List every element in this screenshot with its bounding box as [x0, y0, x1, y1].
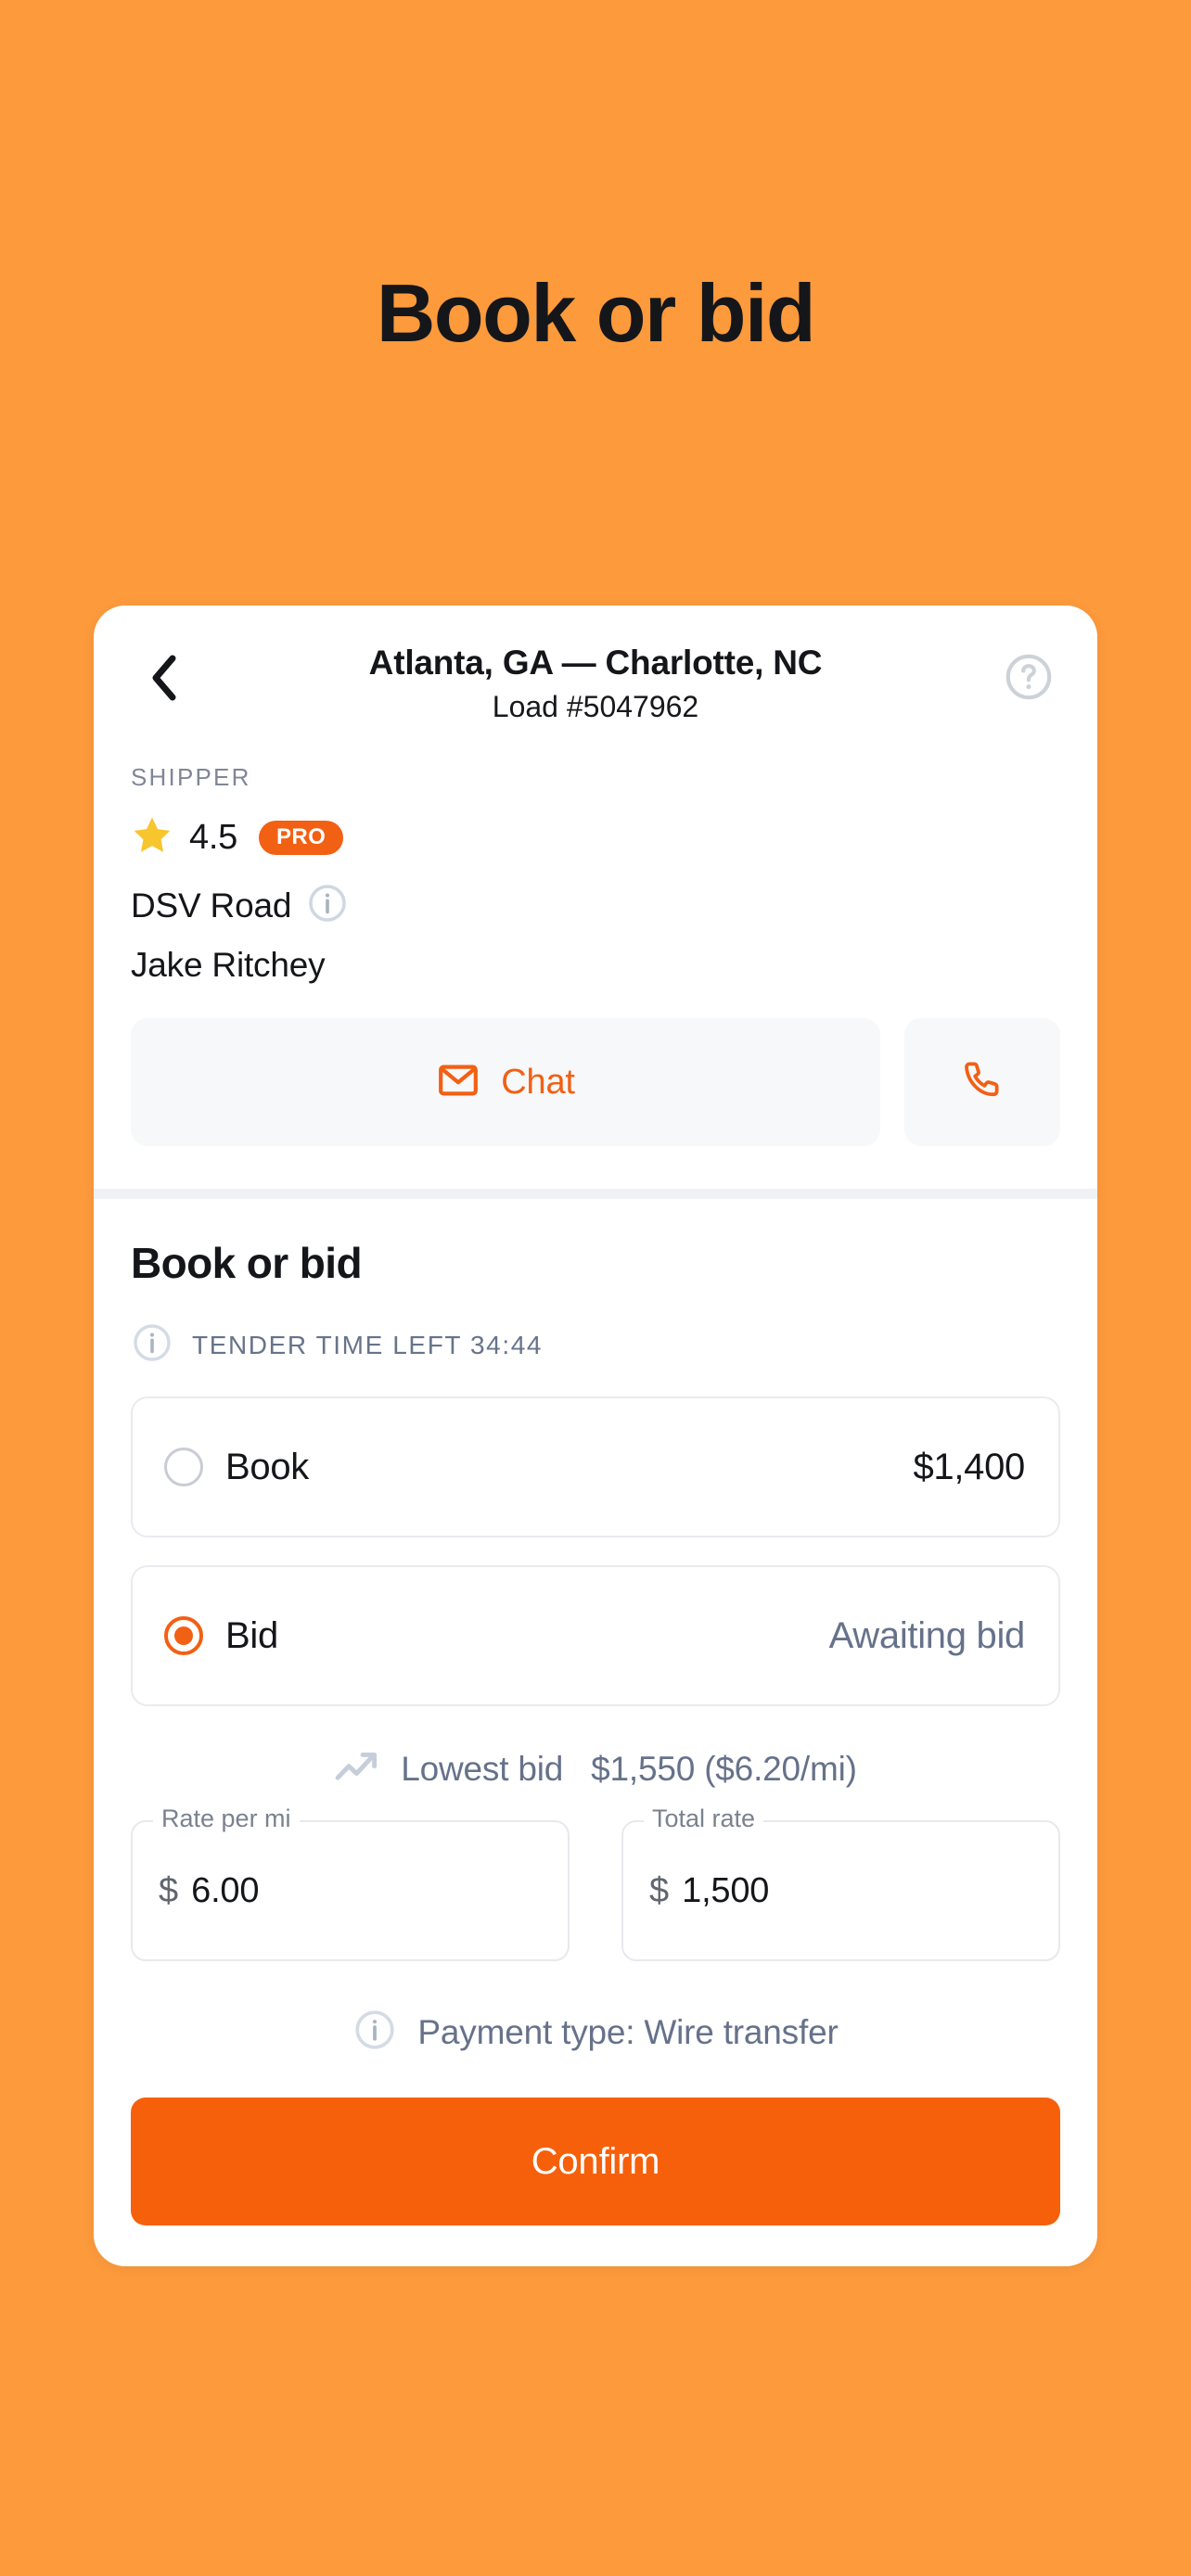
tender-time-row: TENDER TIME LEFT 34:44: [131, 1321, 1060, 1369]
rate-inputs-row: Rate per mi $ 6.00 Total rate $ 1,500: [131, 1806, 1060, 1961]
option-book-left: Book: [164, 1447, 309, 1488]
company-row: DSV Road: [131, 882, 1060, 929]
shipper-block: SHIPPER 4.5 PRO DSV Road Jake Ritchey: [94, 746, 1097, 985]
confirm-label: Confirm: [531, 2140, 660, 2182]
chevron-left-icon: [148, 655, 180, 701]
total-rate-field[interactable]: Total rate $ 1,500: [621, 1806, 1060, 1961]
info-circle-icon[interactable]: [352, 2008, 397, 2057]
call-button[interactable]: [904, 1018, 1060, 1146]
info-circle-icon[interactable]: [306, 882, 349, 929]
total-rate-value[interactable]: 1,500: [682, 1871, 769, 1911]
header-titles: Atlanta, GA — Charlotte, NC Load #504796…: [131, 641, 1060, 727]
help-button[interactable]: [1002, 650, 1056, 704]
info-circle-icon[interactable]: [131, 1321, 173, 1369]
option-bid[interactable]: Bid Awaiting bid: [131, 1565, 1060, 1706]
option-book-label: Book: [225, 1446, 309, 1487]
rating-row: 4.5 PRO: [131, 814, 1060, 861]
tender-time-text: TENDER TIME LEFT 34:44: [192, 1330, 544, 1359]
rating-value: 4.5: [189, 818, 237, 857]
section-divider: [94, 1189, 1097, 1199]
option-book[interactable]: Book $1,400: [131, 1396, 1060, 1537]
pro-badge: PRO: [258, 821, 344, 855]
chat-button[interactable]: Chat: [131, 1018, 880, 1146]
chat-label: Chat: [501, 1062, 575, 1102]
rate-per-mi-prefix: $: [159, 1870, 179, 1910]
option-book-value: $1,400: [913, 1446, 1025, 1487]
payment-type-row: Payment type: Wire transfer: [131, 2008, 1060, 2057]
section-title: Book or bid: [131, 1239, 363, 1287]
option-bid-value: Awaiting bid: [828, 1614, 1026, 1656]
app-screen: Book or bid Atlanta, GA — Charlotte, NC …: [0, 0, 1191, 2576]
star-icon: [131, 814, 173, 861]
contact-name: Jake Ritchey: [131, 946, 326, 984]
communication-row: Chat: [94, 985, 1097, 1189]
envelope-icon: [436, 1058, 480, 1107]
payment-type-text: Payment type: Wire transfer: [417, 2012, 839, 2051]
load-card: Atlanta, GA — Charlotte, NC Load #504796…: [94, 606, 1097, 2266]
shipper-label: SHIPPER: [131, 763, 251, 791]
confirm-button[interactable]: Confirm: [131, 2098, 1060, 2225]
company-name: DSV Road: [131, 886, 292, 925]
phone-icon: [960, 1058, 1005, 1107]
lowest-bid-amount: $1,550 ($6.20/mi): [591, 1749, 857, 1788]
rate-per-mi-value[interactable]: 6.00: [191, 1871, 259, 1911]
radio-bid-icon[interactable]: [164, 1616, 203, 1655]
load-id: Load #5047962: [492, 690, 699, 724]
page-title: Book or bid: [376, 267, 816, 359]
question-circle-icon: [1002, 654, 1056, 708]
bid-section: Book or bid TENDER TIME LEFT 34:44 Book: [94, 1199, 1097, 2266]
radio-book-icon[interactable]: [164, 1447, 203, 1486]
lowest-bid-row: Lowest bid $1,550 ($6.20/mi): [131, 1749, 1060, 1789]
total-rate-prefix: $: [649, 1870, 670, 1910]
trending-up-icon: [334, 1749, 380, 1789]
lowest-bid-label: Lowest bid: [401, 1749, 564, 1788]
option-bid-label: Bid: [225, 1614, 278, 1656]
route-title: Atlanta, GA — Charlotte, NC: [368, 644, 823, 682]
option-bid-left: Bid: [164, 1615, 278, 1657]
rate-per-mi-field[interactable]: Rate per mi $ 6.00: [131, 1806, 570, 1961]
card-header: Atlanta, GA — Charlotte, NC Load #504796…: [94, 606, 1097, 746]
total-rate-label: Total rate: [644, 1806, 764, 1831]
back-button[interactable]: [138, 652, 190, 704]
rate-per-mi-label: Rate per mi: [153, 1806, 300, 1831]
